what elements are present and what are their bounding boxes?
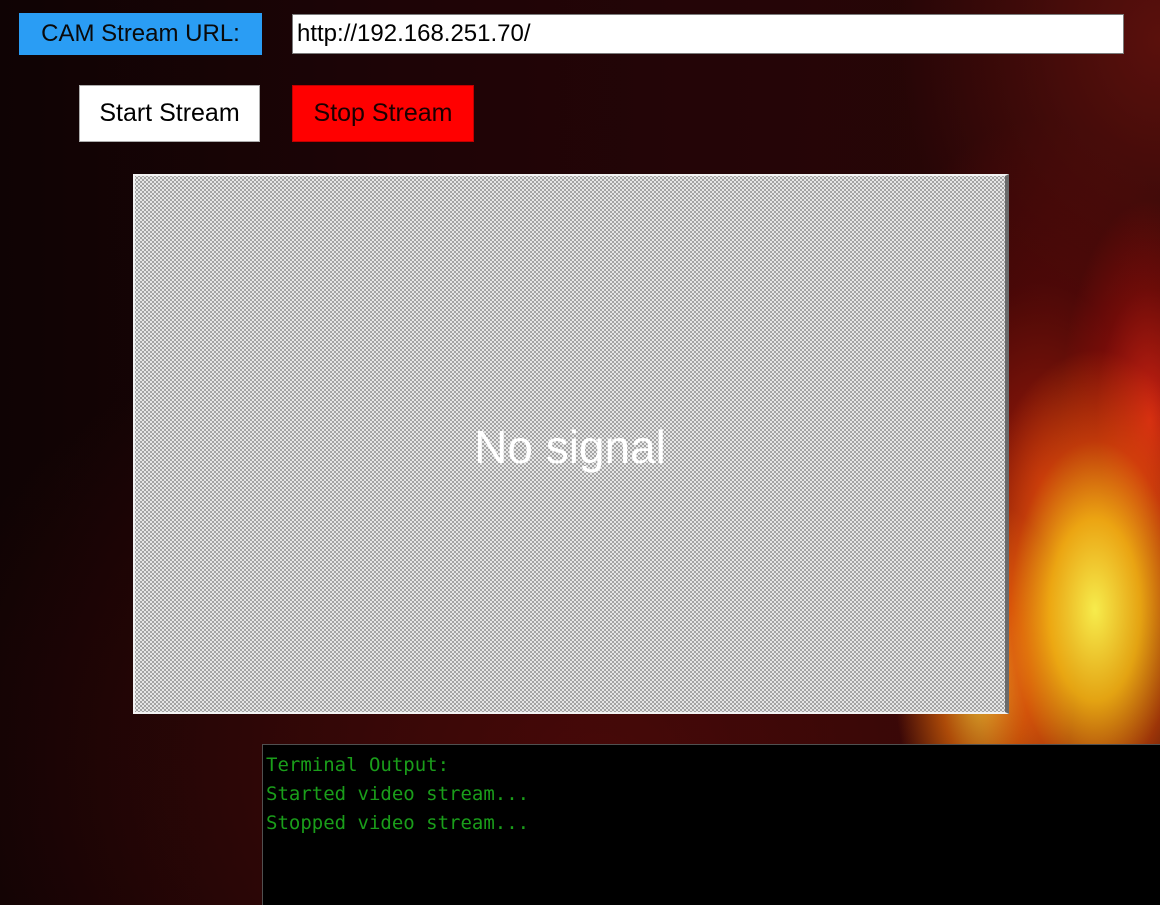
no-signal-text: No signal [474, 421, 666, 473]
stream-url-input[interactable] [292, 14, 1124, 54]
start-stream-button[interactable]: Start Stream [79, 85, 260, 142]
terminal-line: Started video stream... [266, 783, 530, 805]
video-display: No signal [133, 174, 1009, 714]
terminal-output: Terminal Output: Started video stream...… [262, 744, 1160, 905]
terminal-line: Stopped video stream... [266, 812, 530, 834]
stop-stream-button[interactable]: Stop Stream [292, 85, 474, 142]
stream-url-label: CAM Stream URL: [19, 13, 262, 55]
terminal-header: Terminal Output: [266, 754, 450, 776]
